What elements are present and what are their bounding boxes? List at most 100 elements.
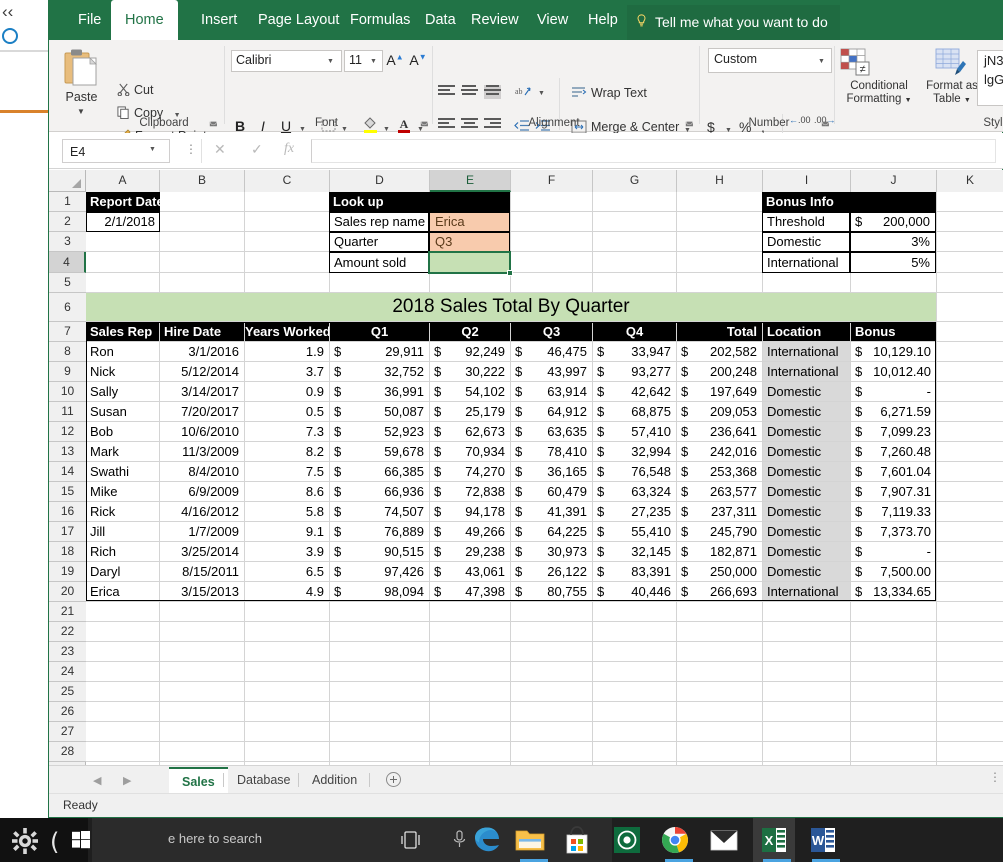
table-row-5-total[interactable]: $236,641 [677, 422, 762, 441]
row-header-9[interactable]: 9 [49, 362, 86, 382]
table-row-7-years-worked[interactable]: 7.5 [245, 462, 329, 481]
column-header-i[interactable]: I [763, 170, 851, 192]
table-row-3-location[interactable]: Domestic [763, 382, 850, 401]
table-row-5-q2[interactable]: $62,673 [430, 422, 510, 441]
table-header-location[interactable]: Location [763, 322, 850, 341]
table-row-4-total[interactable]: $209,053 [677, 402, 762, 421]
row-header-27[interactable]: 27 [49, 722, 86, 742]
table-row-10-q1[interactable]: $76,889 [330, 522, 429, 541]
table-row-3-q4[interactable]: $42,642 [593, 382, 676, 401]
table-row-13-q1[interactable]: $98,094 [330, 582, 429, 601]
table-row-13-q4[interactable]: $40,446 [593, 582, 676, 601]
table-row-10-bonus[interactable]: $7,373.70 [851, 522, 936, 541]
font-size-dropdown-arrow[interactable]: ▼ [370, 58, 377, 65]
table-row-9-hire-date[interactable]: 4/16/2012 [160, 502, 244, 521]
table-row-2-bonus[interactable]: $10,012.40 [851, 362, 936, 381]
font-name-dropdown-arrow[interactable]: ▼ [327, 58, 334, 65]
cell-a2-report-date-value[interactable]: 2/1/2018 [86, 212, 160, 232]
next-sheet-arrow[interactable]: ▶ [123, 774, 131, 787]
word-icon[interactable]: W [806, 824, 840, 856]
horizontal-scroll-grip[interactable]: ⋮ [989, 770, 1001, 784]
wrap-text-icon[interactable] [571, 86, 587, 100]
cell-j2-threshold-value[interactable]: $ 200,000 [850, 212, 936, 232]
table-row-10-q3[interactable]: $64,225 [511, 522, 592, 541]
table-row-5-q4[interactable]: $57,410 [593, 422, 676, 441]
table-row-2-q1[interactable]: $32,752 [330, 362, 429, 381]
table-header-bonus[interactable]: Bonus [851, 322, 936, 341]
ribbon-tab-review[interactable]: Review [457, 0, 533, 40]
cell-d3-lookup-label-quarter[interactable]: Quarter [329, 232, 429, 252]
decrease-font-size-button[interactable]: A▼ [409, 52, 427, 68]
table-row-7-q4[interactable]: $76,548 [593, 462, 676, 481]
table-row-2-location[interactable]: International [763, 362, 850, 381]
table-row-2-q4[interactable]: $93,277 [593, 362, 676, 381]
table-row-11-hire-date[interactable]: 3/25/2014 [160, 542, 244, 561]
cell-d2-lookup-label-sales-rep[interactable]: Sales rep name [329, 212, 429, 232]
cell-e2-lookup-value-sales-rep[interactable]: Erica [429, 212, 510, 232]
column-header-a[interactable]: A [86, 170, 160, 192]
cell-d1-lookup-header[interactable]: Look up [329, 192, 510, 212]
align-center-button[interactable] [461, 118, 478, 132]
windows-start-icon[interactable] [72, 831, 90, 849]
add-sheet-button[interactable] [386, 772, 401, 787]
table-row-8-bonus[interactable]: $7,907.31 [851, 482, 936, 501]
column-header-g[interactable]: G [593, 170, 677, 192]
table-row-13-q2[interactable]: $47,398 [430, 582, 510, 601]
table-row-1-q2[interactable]: $92,249 [430, 342, 510, 361]
table-row-1-q3[interactable]: $46,475 [511, 342, 592, 361]
sheet-tab-addition[interactable]: Addition [299, 767, 370, 794]
task-view-icon[interactable] [400, 831, 424, 849]
table-row-5-q3[interactable]: $63,635 [511, 422, 592, 441]
table-row-2-q3[interactable]: $43,997 [511, 362, 592, 381]
cell-i3-domestic-label[interactable]: Domestic [762, 232, 850, 252]
table-row-5-sales-rep[interactable]: Bob [86, 422, 159, 441]
table-row-9-q4[interactable]: $27,235 [593, 502, 676, 521]
table-row-10-hire-date[interactable]: 1/7/2009 [160, 522, 244, 541]
row-header-20[interactable]: 20 [49, 582, 86, 602]
table-row-11-bonus[interactable]: $- [851, 542, 936, 561]
table-row-3-q2[interactable]: $54,102 [430, 382, 510, 401]
table-row-3-total[interactable]: $197,649 [677, 382, 762, 401]
table-row-1-q1[interactable]: $29,911 [330, 342, 429, 361]
table-row-13-location[interactable]: International [763, 582, 850, 601]
mail-icon[interactable] [707, 824, 741, 856]
table-row-6-q4[interactable]: $32,994 [593, 442, 676, 461]
cell-e3-lookup-value-quarter[interactable]: Q3 [429, 232, 510, 252]
table-row-4-sales-rep[interactable]: Susan [86, 402, 159, 421]
table-row-11-q4[interactable]: $32,145 [593, 542, 676, 561]
table-row-1-sales-rep[interactable]: Ron [86, 342, 159, 361]
cell-j3-domestic-rate[interactable]: 3% [850, 232, 936, 252]
formula-input[interactable] [311, 139, 996, 163]
table-row-6-q3[interactable]: $78,410 [511, 442, 592, 461]
settings-gear-icon[interactable] [12, 828, 38, 854]
table-row-11-q3[interactable]: $30,973 [511, 542, 592, 561]
table-row-13-bonus[interactable]: $13,334.65 [851, 582, 936, 601]
cell-i1-bonus-info-header[interactable]: Bonus Info [762, 192, 936, 212]
table-row-7-q1[interactable]: $66,385 [330, 462, 429, 481]
row-header-17[interactable]: 17 [49, 522, 86, 542]
table-row-8-q3[interactable]: $60,479 [511, 482, 592, 501]
row-header-11[interactable]: 11 [49, 402, 86, 422]
table-row-5-years-worked[interactable]: 7.3 [245, 422, 329, 441]
formula-bar-grip[interactable]: ⋮ [185, 142, 197, 156]
table-row-7-hire-date[interactable]: 8/4/2010 [160, 462, 244, 481]
format-as-table-icon[interactable] [933, 47, 967, 77]
cell-e4-lookup-value-amount-sold[interactable] [429, 252, 510, 273]
table-row-3-years-worked[interactable]: 0.9 [245, 382, 329, 401]
row-header-3[interactable]: 3 [49, 232, 86, 252]
style-gallery-item[interactable]: lgGB51MeLy [978, 70, 1003, 89]
table-row-1-years-worked[interactable]: 1.9 [245, 342, 329, 361]
row-header-16[interactable]: 16 [49, 502, 86, 522]
table-row-7-total[interactable]: $253,368 [677, 462, 762, 481]
cell-styles-gallery[interactable]: jN3z74PbXrC lgGB51MeLy [977, 50, 1003, 106]
table-row-11-location[interactable]: Domestic [763, 542, 850, 561]
font-size-input[interactable]: 11 [344, 50, 383, 72]
table-row-9-q1[interactable]: $74,507 [330, 502, 429, 521]
column-header-k[interactable]: K [937, 170, 1003, 192]
number-dialog-launcher[interactable]: ◛ [821, 116, 830, 127]
row-header-22[interactable]: 22 [49, 622, 86, 642]
table-row-5-bonus[interactable]: $7,099.23 [851, 422, 936, 441]
table-row-8-years-worked[interactable]: 8.6 [245, 482, 329, 501]
number-format-dropdown-arrow[interactable]: ▼ [818, 58, 825, 65]
table-row-12-bonus[interactable]: $7,500.00 [851, 562, 936, 581]
